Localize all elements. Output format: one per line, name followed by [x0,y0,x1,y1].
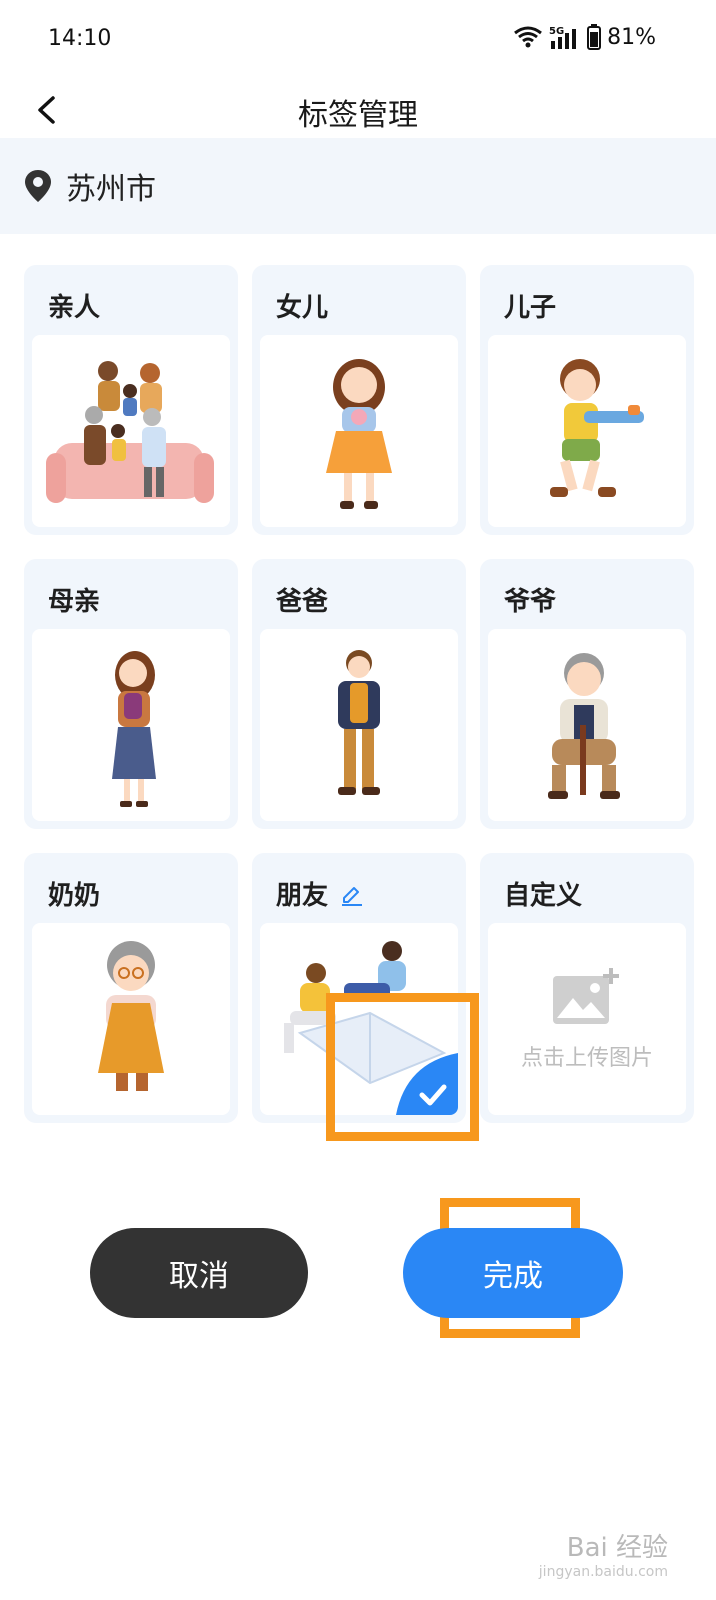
tag-label: 爷爷 [504,587,557,617]
tag-card-friends[interactable]: 朋友 [252,853,466,1123]
family-illustration [32,335,230,527]
watermark-url: jingyan.baidu.com [538,1564,668,1580]
tag-card-daughter[interactable]: 女儿 [252,265,466,535]
tag-label: 儿子 [504,293,557,323]
wifi-icon [514,26,543,48]
tag-label: 自定义 [504,881,583,911]
tag-card-grandpa[interactable]: 爷爷 [480,559,694,829]
status-time: 14:10 [48,26,112,51]
battery-icon [587,24,602,50]
cancel-button[interactable]: 取消 [90,1228,308,1318]
status-bar: 14:10 5G 81% [0,0,716,80]
mother-illustration [32,629,230,821]
tag-card-family[interactable]: 亲人 [24,265,238,535]
location-city: 苏州市 [66,172,156,207]
selected-check-icon [396,1053,458,1115]
son-illustration [488,335,686,527]
signal-5g-icon: 5G [549,26,577,49]
tag-label: 爸爸 [276,587,329,617]
location-bar[interactable]: 苏州市 [0,138,716,234]
daughter-illustration [260,335,458,527]
watermark: Bai 经验 jingyan.baidu.com [539,1527,668,1580]
edit-icon[interactable] [340,882,364,906]
tag-label: 亲人 [48,293,101,323]
location-pin-icon [25,170,51,202]
tag-card-custom[interactable]: 自定义 点击上传图片 [480,853,694,1123]
tag-card-mother[interactable]: 母亲 [24,559,238,829]
page-title: 标签管理 [298,98,418,133]
tag-label: 朋友 [276,881,329,911]
tag-label: 母亲 [48,587,101,617]
tag-card-grandma[interactable]: 奶奶 [24,853,238,1123]
add-image-icon [553,968,619,1024]
tag-label-friends: 朋友 [276,875,364,912]
tag-card-son[interactable]: 儿子 [480,265,694,535]
nav-bar: 标签管理 [0,80,716,140]
tag-card-father[interactable]: 爸爸 [252,559,466,829]
grandma-illustration [32,923,230,1115]
grandpa-illustration [488,629,686,821]
upload-hint-text: 点击上传图片 [520,1046,653,1071]
watermark-text: Bai 经验 [566,1533,668,1563]
done-button[interactable]: 完成 [403,1228,623,1318]
svg-text:5G: 5G [549,26,564,37]
status-icons: 5G 81% [513,24,656,50]
tag-label: 女儿 [276,293,329,323]
battery-percentage: 81% [607,24,656,50]
tag-label: 奶奶 [48,881,101,911]
friends-illustration [260,923,458,1115]
upload-image-area[interactable]: 点击上传图片 [488,923,686,1115]
father-illustration [260,629,458,821]
